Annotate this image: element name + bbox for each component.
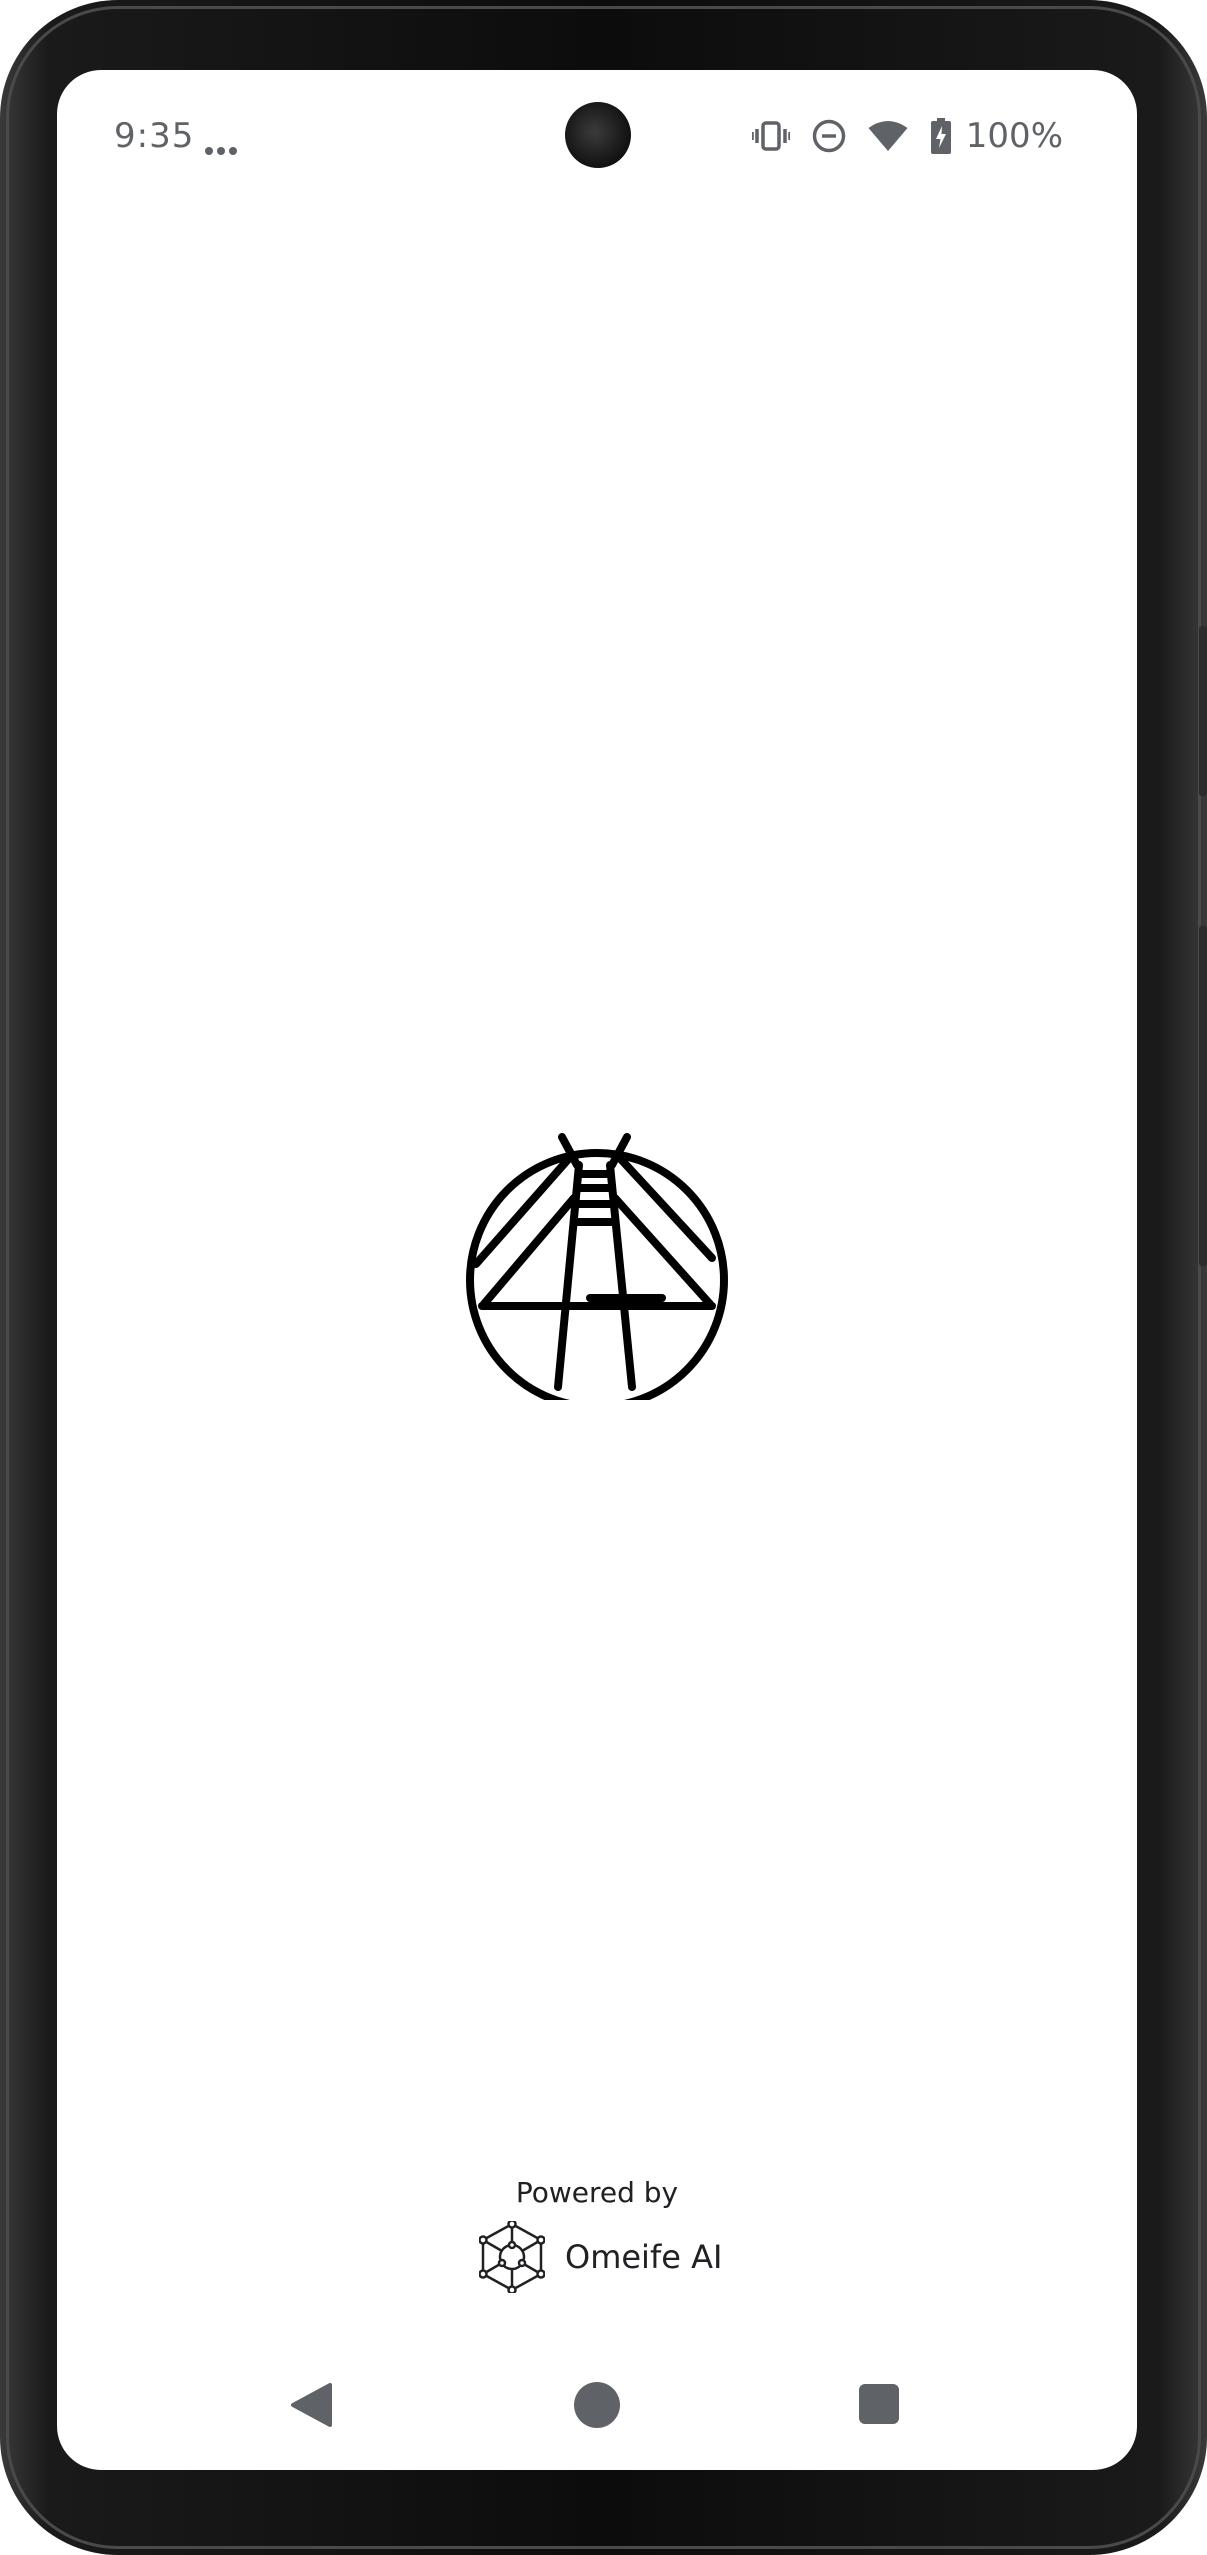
battery-charging-icon (930, 118, 951, 154)
omeife-ai-branding: Omeife AI (479, 2221, 722, 2293)
recents-icon[interactable] (859, 2384, 899, 2424)
more-notifications-icon (205, 142, 241, 160)
status-icons: 100% (751, 116, 1063, 156)
home-icon[interactable] (574, 2382, 620, 2428)
vibrate-icon (751, 121, 790, 151)
omeife-ai-label: Omeife AI (565, 2238, 723, 2276)
status-time: 9:35 (114, 116, 195, 156)
omeife-ai-logo-icon (479, 2221, 545, 2293)
do-not-disturb-icon (812, 119, 846, 153)
app-screen: 9:35 100% Powered by Omeife AI (57, 70, 1137, 2470)
powered-by-label: Powered by (515, 2176, 679, 2209)
status-bar: 9:35 100% (57, 70, 1137, 200)
volume-button (1199, 626, 1207, 796)
back-icon[interactable] (290, 2382, 334, 2428)
wifi-icon (868, 121, 908, 151)
power-button (1199, 926, 1207, 1266)
navigation-bar (57, 2350, 1137, 2470)
battery-percent: 100% (965, 116, 1063, 156)
front-camera (565, 102, 631, 168)
app-logo-icon (466, 1133, 728, 1400)
